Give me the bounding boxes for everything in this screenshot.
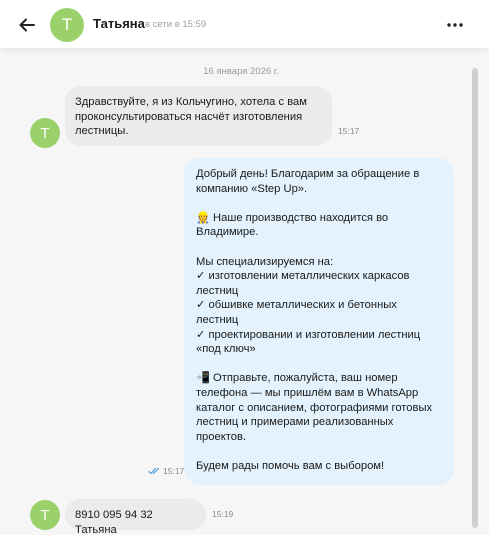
message-line: Владимире.: [196, 226, 259, 239]
message-line: ✓ обшивке металлических и бетонных: [196, 299, 397, 312]
message-line: компанию «Step Up».: [196, 182, 308, 195]
message-line: ✓ проектировании и изготовлении лестниц: [196, 328, 421, 341]
message-line: Будем рады помочь вам с выбором!: [196, 459, 385, 472]
message-time: 15:19: [212, 509, 234, 519]
message-line: 📲 Отправьте, пожалуйста, ваш номер: [196, 372, 398, 385]
message-line: лестниц: [196, 313, 239, 326]
message-line: лестницы.: [75, 125, 129, 138]
incoming-message[interactable]: Здравствуйте, я из Кольчугино, хотела с …: [65, 86, 332, 146]
back-button[interactable]: [14, 12, 40, 38]
message-line: Мы специализируемся на:: [196, 255, 334, 268]
date-separator: 16 января 2026 г.: [203, 66, 279, 77]
contact-avatar[interactable]: Т: [50, 8, 84, 42]
message-line: проектов.: [196, 430, 247, 443]
incoming-message[interactable]: 8910 095 94 32 Татьяна: [65, 499, 206, 535]
message-line: 👷 Наше производство находится во: [196, 211, 389, 224]
message-list[interactable]: 16 января 2026 г. Т Здравствуйте, я из К…: [0, 48, 489, 535]
message-line: лестниц: [196, 284, 239, 297]
more-options-button[interactable]: [444, 14, 466, 36]
arrow-left-icon: [19, 18, 35, 32]
more-horizontal-icon: [447, 23, 463, 27]
message-line: лестниц и примерами реализованных: [196, 416, 394, 429]
message-line: «под ключ»: [196, 343, 256, 356]
message-time: 15:17: [163, 466, 185, 476]
message-line: Здравствуйте, я из Кольчугино, хотела с …: [75, 96, 307, 108]
message-line: телефона — мы пришлём вам в WhatsApp: [196, 386, 419, 399]
message-line: проконсультироваться насчёт изготовления: [75, 110, 303, 123]
outgoing-message[interactable]: Добрый день! Благодарим за обращение в к…: [184, 158, 454, 485]
message-line: каталог с описанием, фотографиями готовы…: [196, 401, 433, 414]
message-time: 15:17: [338, 126, 360, 136]
chat-header: Т Татьяна в сети в 15:59: [0, 0, 489, 48]
scrollbar-thumb[interactable]: [472, 68, 478, 528]
contact-name[interactable]: Татьяна: [93, 16, 145, 31]
message-line: ✓ изготовлении металлических каркасов: [196, 270, 410, 283]
message-line: Добрый день! Благодарим за обращение в: [196, 168, 420, 180]
sender-avatar[interactable]: Т: [30, 118, 60, 148]
message-line: 8910 095 94 32 Татьяна: [75, 509, 153, 535]
contact-status: в сети в 15:59: [145, 19, 207, 30]
sender-avatar[interactable]: Т: [30, 500, 60, 530]
double-check-icon: [148, 467, 160, 475]
